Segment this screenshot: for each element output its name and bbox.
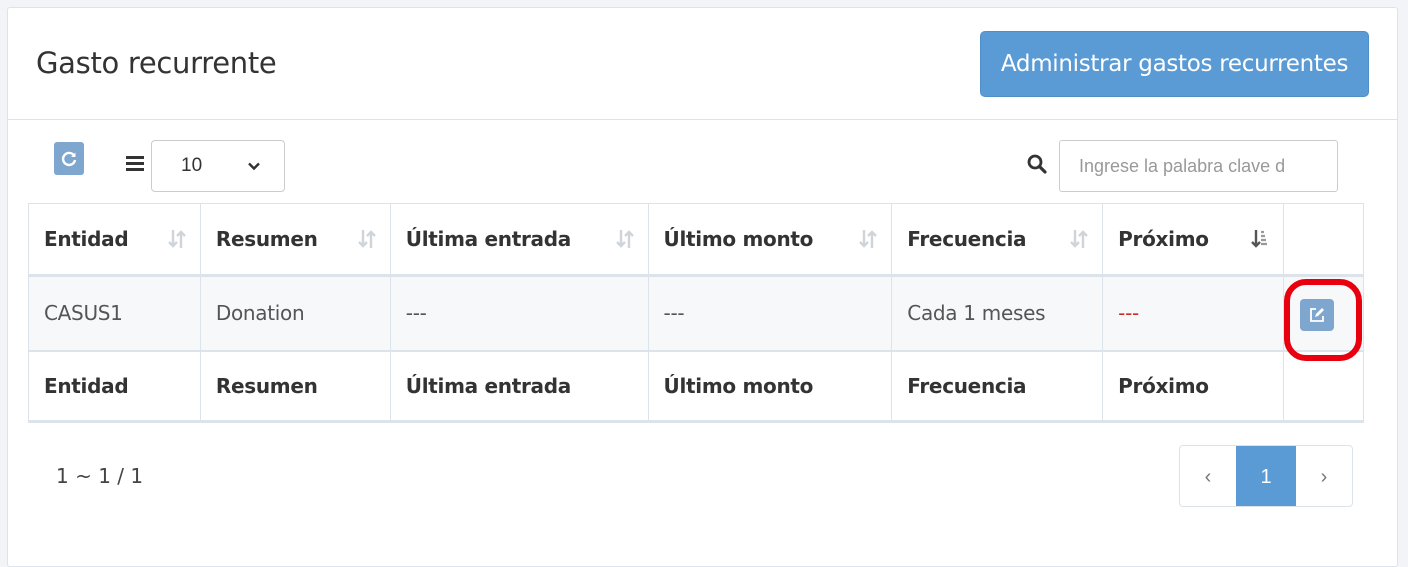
footer-summary: Resumen: [199, 349, 391, 423]
table-row: CASUS1 Donation --- --- Cada 1 meses ---: [28, 275, 1364, 351]
sort-ascending-icon: [1251, 230, 1268, 248]
cell-entity: CASUS1: [28, 275, 201, 351]
search-input[interactable]: Ingrese la palabra clave d: [1059, 140, 1338, 192]
refresh-button[interactable]: [54, 142, 84, 175]
panel-header: Gasto recurrente Administrar gastos recu…: [8, 8, 1397, 120]
cell-summary: Donation: [199, 275, 391, 351]
cell-frequency: Cada 1 meses: [891, 275, 1104, 351]
footer-entity: Entidad: [28, 349, 201, 423]
pagination-prev-button[interactable]: ‹: [1180, 446, 1236, 506]
page-title: Gasto recurrente: [36, 46, 277, 80]
edit-icon: [1310, 308, 1325, 322]
column-header-summary[interactable]: Resumen: [199, 203, 391, 277]
pagination: ‹ 1 ›: [1179, 445, 1353, 507]
sort-icon: [168, 230, 186, 248]
column-header-last-entry[interactable]: Última entrada: [389, 203, 649, 277]
footer-last-amount: Último monto: [647, 349, 893, 423]
page-size-value: 10: [181, 155, 203, 176]
cell-actions: [1283, 275, 1364, 351]
footer-frequency: Frecuencia: [891, 349, 1104, 423]
column-header-actions: [1283, 203, 1364, 277]
footer-last-entry: Última entrada: [389, 349, 649, 423]
column-header-next[interactable]: Próximo: [1102, 203, 1285, 277]
pagination-page-button[interactable]: 1: [1236, 446, 1296, 506]
pagination-next-button[interactable]: ›: [1296, 446, 1352, 506]
manage-recurring-expenses-button[interactable]: Administrar gastos recurrentes: [980, 31, 1369, 97]
sort-icon: [357, 230, 376, 248]
cell-last-amount: ---: [647, 275, 893, 351]
sort-icon: [615, 230, 634, 248]
table-footer-row: Entidad Resumen Última entrada Último mo…: [28, 349, 1364, 423]
column-header-last-amount[interactable]: Último monto: [647, 203, 893, 277]
edit-button[interactable]: [1300, 299, 1335, 331]
table-header-row: Entidad Resumen Última entrada Último mo…: [28, 203, 1364, 277]
search-icon: [1027, 154, 1047, 174]
sort-icon: [1070, 230, 1089, 248]
pagination-info: 1 ~ 1 / 1: [56, 464, 144, 488]
footer-next: Próximo: [1102, 349, 1285, 423]
list-icon: [126, 156, 144, 171]
column-header-entity[interactable]: Entidad: [28, 203, 201, 277]
recurring-expenses-table: Entidad Resumen Última entrada Último mo…: [28, 203, 1364, 423]
cell-last-entry: ---: [389, 275, 649, 351]
footer-actions: [1283, 349, 1364, 423]
table-toolbar: 10 Ingrese la palabra clave d: [0, 112, 1408, 204]
chevron-down-icon: [248, 162, 260, 171]
sort-icon: [859, 230, 878, 248]
refresh-icon: [61, 151, 77, 166]
cell-next: ---: [1102, 275, 1285, 351]
page-size-select[interactable]: 10: [151, 140, 285, 192]
column-header-frequency[interactable]: Frecuencia: [891, 203, 1104, 277]
